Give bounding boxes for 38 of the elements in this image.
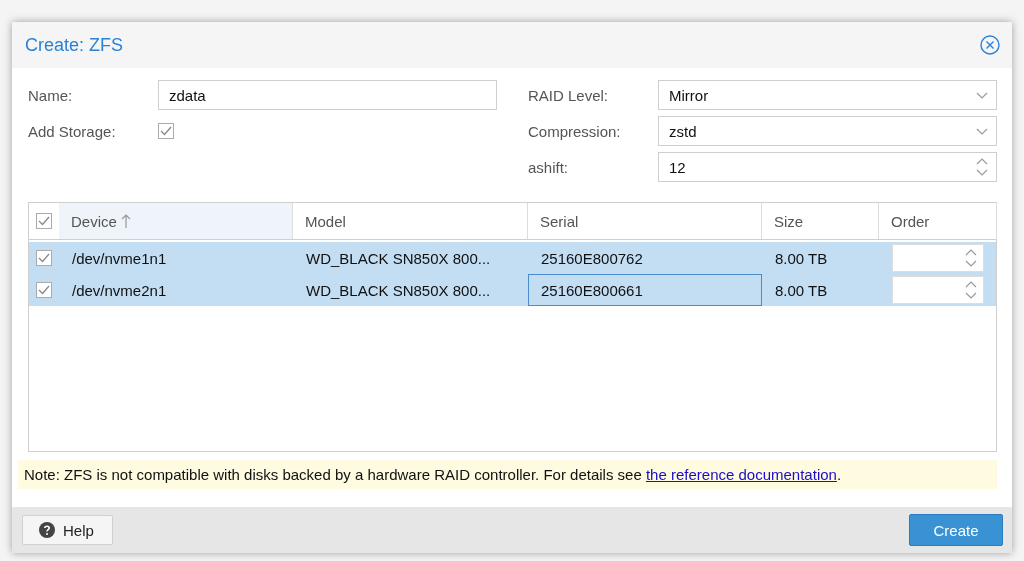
reference-documentation-link[interactable]: the reference documentation: [645, 466, 837, 483]
column-header[interactable]: Device: [59, 203, 293, 239]
field-label: RAID Level:: [527, 86, 610, 104]
order-spinner-field[interactable]: [892, 244, 984, 272]
field-label: Name:: [27, 86, 74, 104]
dialog-title: Create: ZFS: [25, 34, 124, 56]
table-cell: 25160E800661: [528, 274, 762, 306]
help-button[interactable]: Help: [22, 515, 113, 545]
field-label: Add Storage:: [27, 122, 117, 140]
dropdown-field[interactable]: Mirror: [658, 80, 997, 110]
spinner-arrows-icon[interactable]: [965, 280, 977, 300]
field-label: ashift:: [527, 158, 570, 176]
row-checkbox[interactable]: [36, 250, 52, 266]
name-input-field[interactable]: zdata: [158, 80, 497, 110]
table-cell-text: WD_BLACK SN850X 800...: [305, 248, 492, 269]
number-spinner-field[interactable]: 12: [658, 152, 997, 182]
sort-ascending-icon: [120, 213, 131, 229]
close-icon[interactable]: [980, 35, 1000, 55]
help-icon: [39, 522, 55, 538]
dropdown-field[interactable]: zstd: [658, 116, 997, 146]
table-cell-text: 8.00 TB: [774, 280, 829, 301]
table-cell-text: WD_BLACK SN850X 800...: [305, 280, 492, 301]
table-cell-text: 25160E800762: [540, 248, 644, 269]
select-all-checkbox[interactable]: [36, 213, 52, 229]
table-row[interactable]: /dev/nvme1n1 WD_BLACK SN850X 800... 25160E800762 8.00 TB: [29, 242, 996, 274]
field-label: Compression:: [527, 122, 622, 140]
table-cell-text: /dev/nvme2n1: [71, 280, 168, 301]
spinner-arrows-icon[interactable]: [965, 248, 977, 268]
dropdown-chevron-icon: [976, 127, 988, 135]
row-checkbox[interactable]: [36, 282, 52, 298]
note-text: Note: ZFS is not compatible with disks backed by a hardware RAID controller. For details see the reference documentation.: [18, 460, 997, 489]
dropdown-chevron-icon: [976, 91, 988, 99]
add-storage-checkbox[interactable]: [158, 123, 174, 139]
table-cell-text: 8.00 TB: [774, 248, 829, 269]
table-row[interactable]: /dev/nvme2n1 WD_BLACK SN850X 800... 25160E800661 8.00 TB: [29, 274, 996, 306]
spinner-arrows-icon[interactable]: [976, 157, 988, 177]
table-cell-text: /dev/nvme1n1: [71, 248, 168, 269]
order-spinner-field[interactable]: [892, 276, 984, 304]
